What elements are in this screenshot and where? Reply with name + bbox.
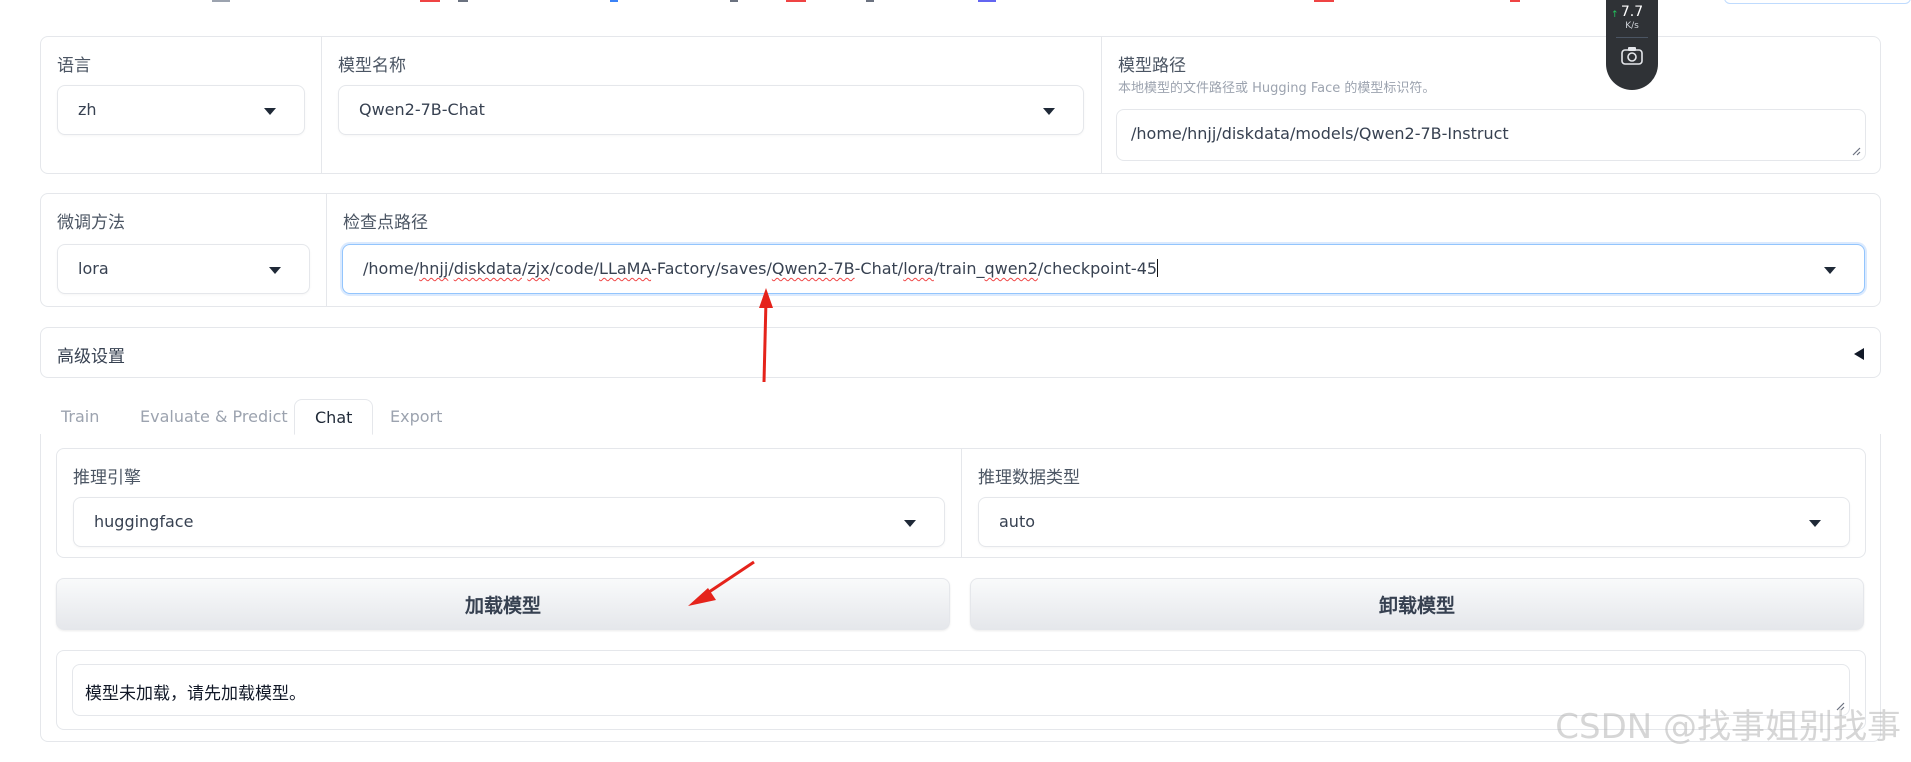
load-model-button[interactable]: 加载模型	[56, 578, 950, 630]
collapse-arrow-icon[interactable]	[1854, 348, 1864, 360]
checkpoint-segment: zjx	[527, 259, 550, 278]
tab-evaluate-predict[interactable]: Evaluate & Predict	[140, 399, 288, 435]
camera-icon[interactable]	[1621, 46, 1643, 66]
chevron-down-icon	[1809, 520, 1821, 527]
checkpoint-segment: hnjj	[419, 259, 449, 278]
infer-dtype-select[interactable]: auto	[978, 497, 1850, 547]
model-path-cell: 模型路径 本地模型的文件路径或 Hugging Face 的模型标识符。 /ho…	[1101, 37, 1880, 173]
checkpoint-segment: diskdata	[453, 259, 522, 278]
language-select[interactable]: zh	[57, 85, 305, 135]
model-config-panel: 语言 zh 模型名称 Qwen2-7B-Chat 模型路径 本地模型的文件路径或…	[40, 36, 1881, 174]
finetune-method-label: 微调方法	[57, 213, 125, 233]
checkpoint-segment: /home/	[363, 259, 420, 278]
checkpoint-segment: -Chat/	[854, 259, 904, 278]
checkpoint-segment: /checkpoint-45	[1037, 259, 1158, 278]
model-name-cell: 模型名称 Qwen2-7B-Chat	[321, 37, 1101, 173]
network-speed-value: 7.7	[1620, 4, 1644, 20]
finetune-method-value: lora	[78, 259, 109, 278]
model-name-select[interactable]: Qwen2-7B-Chat	[338, 85, 1084, 135]
chevron-down-icon	[1824, 267, 1836, 274]
language-value: zh	[78, 100, 97, 119]
chevron-down-icon	[904, 520, 916, 527]
checkpoint-segment: lora	[903, 259, 934, 278]
tab-train[interactable]: Train	[61, 399, 99, 435]
model-path-value: /home/hnjj/diskdata/models/Qwen2-7B-Inst…	[1131, 124, 1509, 143]
network-speed-widget[interactable]: ↑ 7.7 K/s	[1606, 0, 1658, 90]
text-cursor	[1157, 259, 1159, 277]
checkpoint-segment: /train_	[933, 259, 985, 278]
checkpoint-cell: 检查点路径 /home/hnjj/diskdata/zjx/code/LLaMA…	[326, 194, 1880, 306]
checkpoint-segment: qwen2	[984, 259, 1038, 278]
language-cell: 语言 zh	[41, 37, 321, 173]
tab-export[interactable]: Export	[390, 399, 442, 435]
info-text: 模型未加载，请先加载模型。	[85, 684, 306, 704]
model-name-value: Qwen2-7B-Chat	[359, 100, 485, 119]
infer-backend-cell: 推理引擎 huggingface	[57, 449, 961, 557]
checkpoint-select[interactable]: /home/hnjj/diskdata/zjx/code/LLaMA-Facto…	[342, 244, 1865, 294]
chevron-down-icon	[1043, 108, 1055, 115]
checkpoint-segment: Qwen2-7B	[771, 259, 855, 278]
checkpoint-segment: LLaMA	[599, 259, 652, 278]
infer-dtype-label: 推理数据类型	[978, 468, 1080, 488]
finetune-method-cell: 微调方法 lora	[41, 194, 326, 306]
model-path-hint: 本地模型的文件路径或 Hugging Face 的模型标识符。	[1118, 81, 1436, 96]
advanced-settings-accordion[interactable]: 高级设置	[40, 327, 1881, 378]
model-name-label: 模型名称	[338, 56, 406, 76]
infer-dtype-cell: 推理数据类型 auto	[961, 449, 1865, 557]
tab-bar: Train Evaluate & Predict Chat Export	[40, 399, 1881, 435]
checkpoint-label: 检查点路径	[343, 213, 428, 233]
infer-dtype-value: auto	[999, 512, 1036, 531]
csdn-watermark: CSDN @找事姐别找事	[1555, 707, 1901, 747]
unload-model-button[interactable]: 卸载模型	[970, 578, 1864, 630]
checkpoint-segment: /code/	[549, 259, 600, 278]
resize-handle-icon[interactable]	[1851, 146, 1861, 156]
infer-backend-select[interactable]: huggingface	[73, 497, 945, 547]
model-path-input[interactable]: /home/hnjj/diskdata/models/Qwen2-7B-Inst…	[1116, 109, 1866, 161]
chevron-down-icon	[269, 267, 281, 274]
advanced-settings-label: 高级设置	[57, 347, 125, 367]
finetune-method-select[interactable]: lora	[57, 244, 310, 294]
chevron-down-icon	[264, 108, 276, 115]
language-label: 语言	[57, 56, 91, 76]
finetune-panel: 微调方法 lora 检查点路径 /home/hnjj/diskdata/zjx/…	[40, 193, 1881, 307]
infer-backend-value: huggingface	[94, 512, 194, 531]
checkpoint-value: /home/hnjj/diskdata/zjx/code/LLaMA-Facto…	[363, 259, 1159, 278]
top-cutoff-input[interactable]	[1724, 0, 1911, 4]
checkpoint-segment: -Factory/saves/	[651, 259, 772, 278]
infer-backend-label: 推理引擎	[73, 468, 141, 488]
tab-chat[interactable]: Chat	[294, 399, 374, 435]
model-path-label: 模型路径	[1118, 56, 1186, 76]
widget-divider	[1616, 37, 1648, 38]
inference-panel: 推理引擎 huggingface 推理数据类型 auto	[56, 448, 1866, 558]
network-speed-unit: K/s	[1625, 21, 1639, 31]
